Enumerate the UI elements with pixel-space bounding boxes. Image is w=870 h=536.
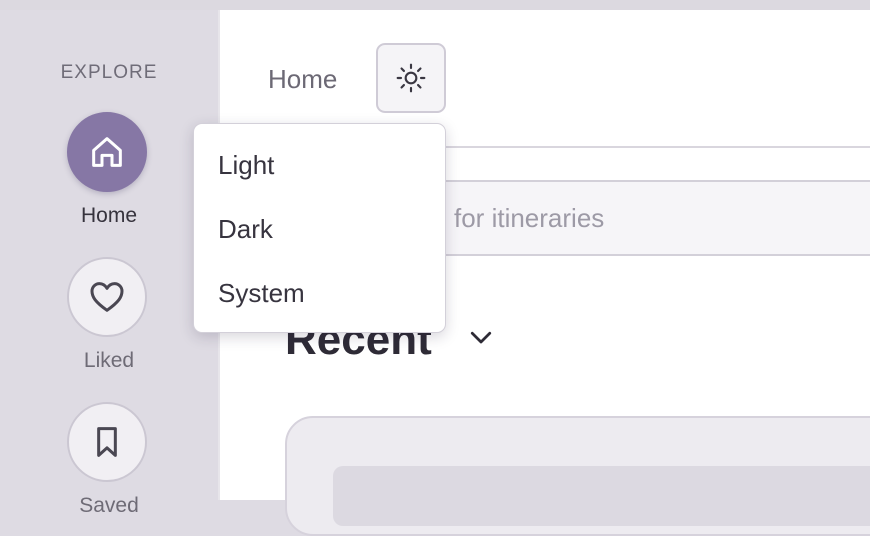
sidebar-item-saved-label: Saved <box>79 494 139 517</box>
chevron-down-icon[interactable] <box>466 322 496 352</box>
theme-menu-item-light[interactable]: Light <box>194 137 445 193</box>
sun-icon <box>396 63 426 93</box>
heart-icon <box>90 282 124 312</box>
sidebar-item-liked[interactable] <box>67 257 147 337</box>
sidebar-section-label: EXPLORE <box>60 62 158 83</box>
top-strip <box>0 0 870 10</box>
sidebar-item-liked-label: Liked <box>83 349 135 372</box>
itinerary-card-image <box>333 466 870 526</box>
breadcrumb[interactable]: Home <box>268 64 337 95</box>
theme-menu: Light Dark System <box>193 123 446 333</box>
theme-toggle-button[interactable] <box>376 43 446 113</box>
theme-menu-item-dark[interactable]: Dark <box>194 201 445 257</box>
bookmark-icon <box>97 427 117 457</box>
theme-menu-item-system[interactable]: System <box>194 265 445 321</box>
sidebar: EXPLORE Home Liked Saved <box>0 10 220 517</box>
search-placeholder: for itineraries <box>454 203 605 233</box>
home-icon <box>92 137 122 167</box>
sidebar-item-saved[interactable] <box>67 402 147 482</box>
sidebar-item-home[interactable] <box>67 112 147 192</box>
sidebar-item-home-label: Home <box>80 204 138 227</box>
